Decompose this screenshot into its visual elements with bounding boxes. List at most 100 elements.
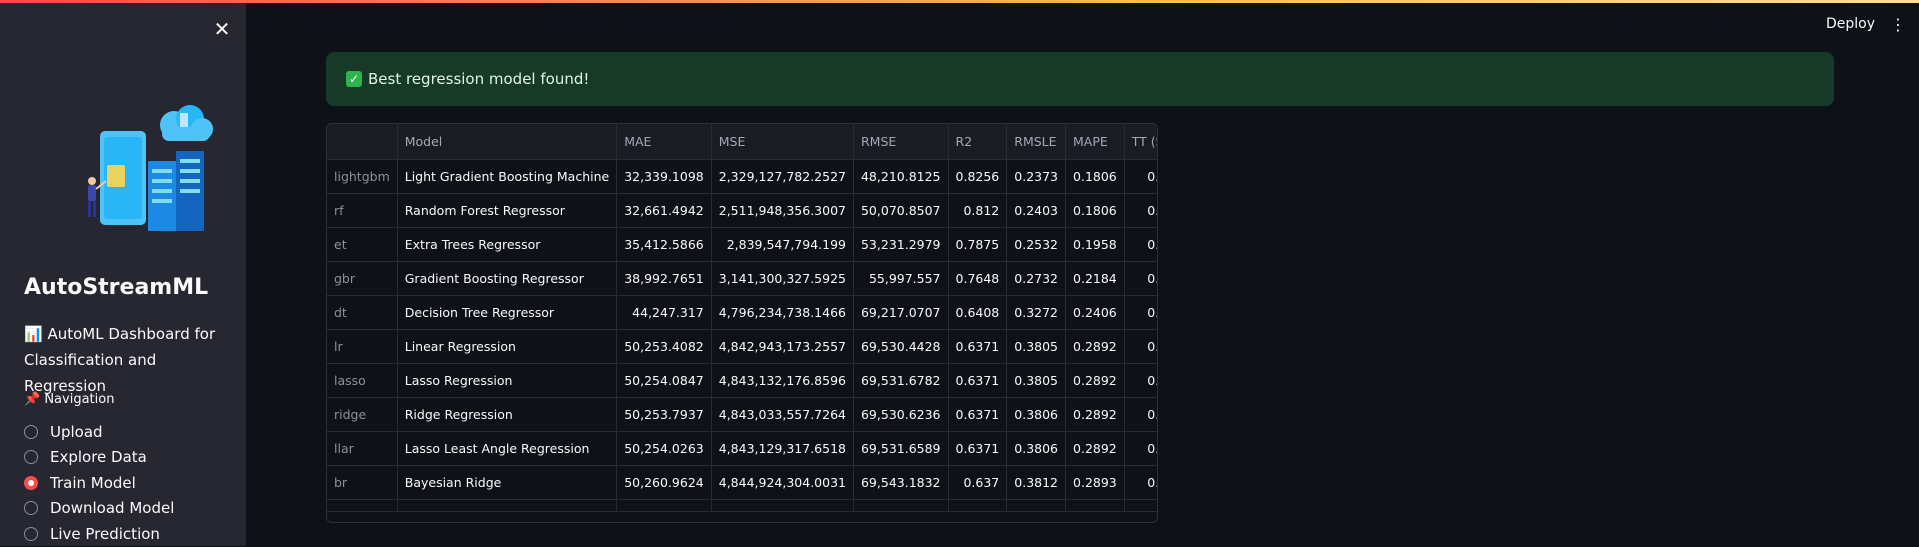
cell-rmsle: 0.3806 <box>1006 431 1067 466</box>
cell-mae: 32,661.4942 <box>616 193 712 228</box>
cell-model: Extra Trees Regressor <box>397 227 618 262</box>
row-index: ridge <box>327 397 398 432</box>
nav-option-upload[interactable]: Upload <box>24 419 174 445</box>
cell-rmsle: 0.3272 <box>1006 295 1067 330</box>
table-row: lasso Lasso Regression 50,254.0847 4,843… <box>327 363 1157 398</box>
cell-tt-sec: 0.144 <box>1124 363 1157 398</box>
cell-model: Ridge Regression <box>397 397 618 432</box>
row-index: llar <box>327 431 398 466</box>
cell-mape: 0.1806 <box>1065 193 1125 228</box>
cell-mape: 0.2892 <box>1065 397 1125 432</box>
cell-rmse: 69,530.6236 <box>853 397 949 432</box>
cell-tt-sec: 0.006 <box>1124 465 1157 500</box>
table-row: rf Random Forest Regressor 32,661.4942 2… <box>327 193 1157 228</box>
cell-tt-sec: 0.016 <box>1124 295 1157 330</box>
table-row: dt Decision Tree Regressor 44,247.317 4,… <box>327 295 1157 330</box>
cell-r2: 0.8256 <box>948 159 1008 194</box>
cell-tt-sec: 0.007 <box>1124 431 1157 466</box>
kebab-menu-icon[interactable]: ⋮ <box>1890 14 1906 36</box>
cell-rmsle: 0.2373 <box>1006 159 1067 194</box>
cell-mse: 4,843,129,317.6518 <box>711 431 854 466</box>
table-row: llar Lasso Least Angle Regression 50,254… <box>327 431 1157 466</box>
cell-model: Lasso Least Angle Regression <box>397 431 618 466</box>
cell-tt-sec: 0.268 <box>1124 329 1157 364</box>
row-index: et <box>327 227 398 262</box>
cell-tt-sec: 0.007 <box>1124 397 1157 432</box>
cell-rmsle: 0.2732 <box>1006 261 1067 296</box>
cell-r2: 0.6371 <box>948 329 1008 364</box>
radio-icon[interactable] <box>24 501 38 516</box>
cell-mae: 50,254.0847 <box>616 363 712 398</box>
table-row: et Extra Trees Regressor 35,412.5866 2,8… <box>327 227 1157 262</box>
close-icon[interactable]: ✕ <box>210 17 234 41</box>
nav-option-train-model[interactable]: Train Model <box>24 470 174 496</box>
nav-option-label: Download Model <box>50 499 175 518</box>
cell-rmsle: 0.3805 <box>1006 329 1067 364</box>
navigation-radio-group: Upload Explore Data Train Model Download… <box>24 419 174 547</box>
nav-option-label: Upload <box>50 422 103 441</box>
cell-mse: 4,844,924,304.0031 <box>711 465 854 500</box>
nav-option-live-prediction[interactable]: Live Prediction <box>24 521 174 547</box>
cell-mape: 0.2406 <box>1065 295 1125 330</box>
radio-icon[interactable] <box>24 526 38 541</box>
cell-tt-sec: 0.048 <box>1124 159 1157 194</box>
model-comparison-table[interactable]: Model MAE MSE RMSE R2 RMSLE MAPE TT (Sec… <box>326 123 1158 523</box>
row-index: lr <box>327 329 398 364</box>
cell-mse: 4,843,132,176.8596 <box>711 363 854 398</box>
nav-option-label: Live Prediction <box>50 524 160 543</box>
cell-mae: 50,260.9624 <box>616 465 712 500</box>
column-header-mse[interactable]: MSE <box>711 124 854 160</box>
column-header-rmse[interactable]: RMSE <box>853 124 949 160</box>
app-description: 📊 AutoML Dashboard for Classification an… <box>24 325 216 395</box>
column-header-model[interactable]: Model <box>397 124 618 160</box>
cell-mae: 44,247.317 <box>616 295 712 330</box>
radio-selected-icon[interactable] <box>24 475 38 490</box>
cell-rmsle: 0.3805 <box>1006 363 1067 398</box>
cell-rmse: 53,231.2979 <box>853 227 949 262</box>
cell-tt-sec: 0.708 <box>1124 193 1157 228</box>
alert-text: Best regression model found! <box>368 70 590 88</box>
radio-icon[interactable] <box>24 450 38 465</box>
nav-option-explore-data[interactable]: Explore Data <box>24 445 174 471</box>
cell-mse: 4,796,234,738.1466 <box>711 295 854 330</box>
column-header-tt-sec[interactable]: TT (Sec) <box>1124 124 1157 160</box>
cell-mape: 0.2892 <box>1065 431 1125 466</box>
column-header-mape[interactable]: MAPE <box>1065 124 1125 160</box>
cell-mse: 4,843,033,557.7264 <box>711 397 854 432</box>
column-header-index[interactable] <box>327 124 398 160</box>
cell-r2: 0.812 <box>948 193 1008 228</box>
deploy-button[interactable]: Deploy <box>1826 16 1875 32</box>
cell-model: Random Forest Regressor <box>397 193 618 228</box>
table-row: br Bayesian Ridge 50,260.9624 4,844,924,… <box>327 465 1157 500</box>
cell-mape: 0.2893 <box>1065 465 1125 500</box>
cell-rmsle: 0.2403 <box>1006 193 1067 228</box>
cell-mse: 2,329,127,782.2527 <box>711 159 854 194</box>
cell-rmse: 55,997.557 <box>853 261 949 296</box>
cell-mae: 50,253.7937 <box>616 397 712 432</box>
cell-rmse: 69,543.1832 <box>853 465 949 500</box>
radio-icon[interactable] <box>24 424 38 439</box>
check-icon: ✓ <box>346 71 362 87</box>
nav-option-download-model[interactable]: Download Model <box>24 496 174 522</box>
table-header-row: Model MAE MSE RMSE R2 RMSLE MAPE TT (Sec… <box>327 124 1157 160</box>
cell-rmse: 69,531.6782 <box>853 363 949 398</box>
row-index: dt <box>327 295 398 330</box>
cell-rmsle: 0.2532 <box>1006 227 1067 262</box>
cell-rmse: 50,070.8507 <box>853 193 949 228</box>
cell-tt-sec: 0.216 <box>1124 261 1157 296</box>
column-header-rmsle[interactable]: RMSLE <box>1006 124 1067 160</box>
column-header-mae[interactable]: MAE <box>616 124 712 160</box>
top-decoration-bar <box>0 0 1919 3</box>
cell-mae: 50,253.4082 <box>616 329 712 364</box>
cell-r2: 0.7648 <box>948 261 1008 296</box>
cell-model: Linear Regression <box>397 329 618 364</box>
cell-r2: 0.637 <box>948 465 1008 500</box>
cell-mape: 0.1958 <box>1065 227 1125 262</box>
nav-option-label: Explore Data <box>50 448 147 467</box>
navigation-label: 📌 Navigation <box>24 392 115 407</box>
column-header-r2[interactable]: R2 <box>948 124 1008 160</box>
cell-mae: 50,254.0263 <box>616 431 712 466</box>
cell-model: Gradient Boosting Regressor <box>397 261 618 296</box>
row-index: gbr <box>327 261 398 296</box>
cell-rmsle: 0.3812 <box>1006 465 1067 500</box>
